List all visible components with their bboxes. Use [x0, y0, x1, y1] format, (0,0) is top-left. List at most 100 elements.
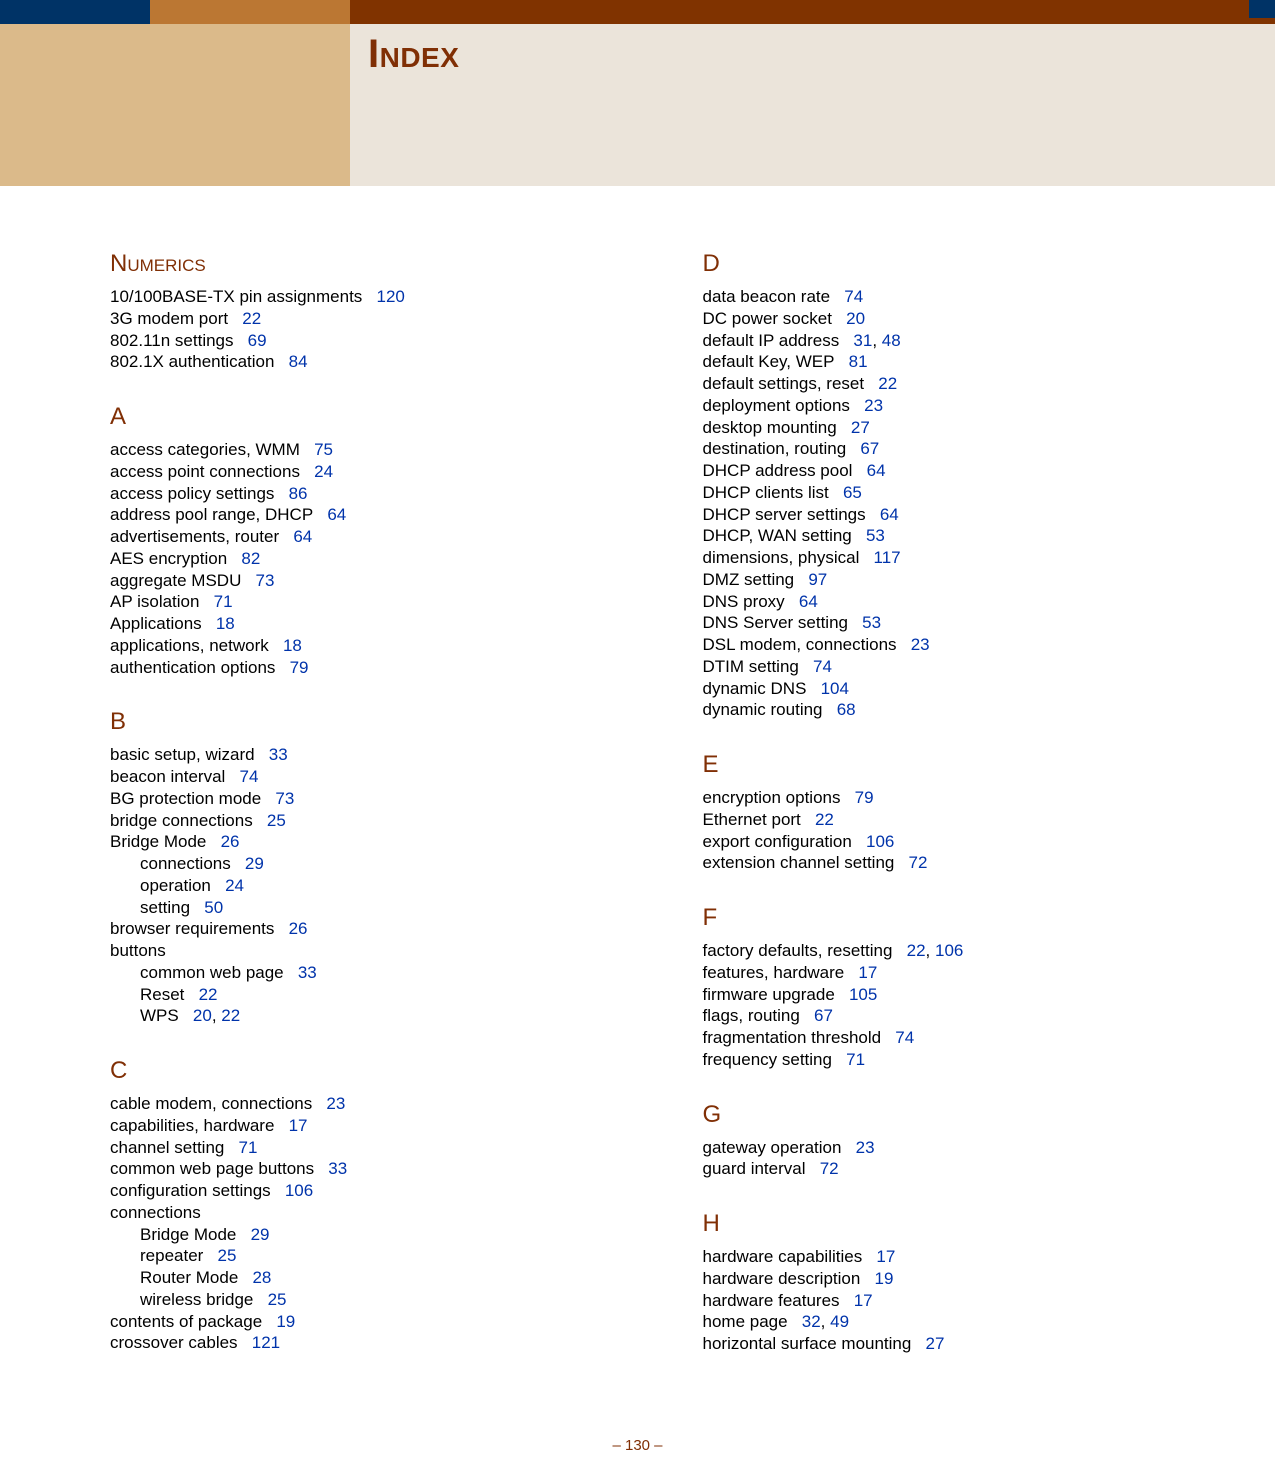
page-reference[interactable]: 22 [199, 985, 218, 1004]
page-reference[interactable]: 25 [268, 1290, 287, 1309]
page-reference[interactable]: 24 [225, 876, 244, 895]
page-reference[interactable]: 26 [289, 919, 308, 938]
page-reference[interactable]: 22 [242, 309, 261, 328]
page-reference[interactable]: 29 [245, 854, 264, 873]
page-reference[interactable]: 31 [853, 331, 872, 350]
page-reference[interactable]: 71 [239, 1138, 258, 1157]
page-reference[interactable]: 72 [909, 853, 928, 872]
page-reference[interactable]: 49 [830, 1312, 849, 1331]
page-reference[interactable]: 53 [866, 526, 885, 545]
page-reference[interactable]: 27 [926, 1334, 945, 1353]
page-reference[interactable]: 27 [851, 418, 870, 437]
page-reference[interactable]: 23 [326, 1094, 345, 1113]
page-reference[interactable]: 18 [216, 614, 235, 633]
page-reference[interactable]: 86 [289, 484, 308, 503]
page-reference[interactable]: 74 [895, 1028, 914, 1047]
page-reference[interactable]: 71 [846, 1050, 865, 1069]
page-reference[interactable]: 67 [814, 1006, 833, 1025]
index-entry-text: default Key, WEP [703, 352, 835, 371]
page-reference[interactable]: 26 [221, 832, 240, 851]
page-reference[interactable]: 71 [214, 592, 233, 611]
page-reference[interactable]: 48 [882, 331, 901, 350]
page-reference[interactable]: 64 [799, 592, 818, 611]
index-entry: deployment options 23 [703, 395, 1196, 417]
page-reference[interactable]: 74 [813, 657, 832, 676]
page-reference[interactable]: 33 [298, 963, 317, 982]
page-reference[interactable]: 22 [878, 374, 897, 393]
page-reference[interactable]: 106 [935, 941, 963, 960]
index-entry: DNS proxy 64 [703, 591, 1196, 613]
index-entry: encryption options 79 [703, 787, 1196, 809]
page-separator: , [821, 1312, 830, 1331]
page-reference[interactable]: 23 [856, 1138, 875, 1157]
page-reference[interactable]: 25 [218, 1246, 237, 1265]
page-reference[interactable]: 105 [849, 985, 877, 1004]
page-reference[interactable]: 17 [858, 963, 877, 982]
page-reference[interactable]: 106 [285, 1181, 313, 1200]
index-entry-text: crossover cables [110, 1333, 238, 1352]
page-reference[interactable]: 33 [269, 745, 288, 764]
page-reference[interactable]: 64 [867, 461, 886, 480]
page-reference[interactable]: 32 [802, 1312, 821, 1331]
index-entry-text: flags, routing [703, 1006, 800, 1025]
page-reference[interactable]: 81 [849, 352, 868, 371]
page-reference[interactable]: 104 [821, 679, 849, 698]
index-entry: default IP address 31, 48 [703, 330, 1196, 352]
page-separator: , [212, 1006, 221, 1025]
page-reference[interactable]: 73 [256, 571, 275, 590]
page-reference[interactable]: 67 [860, 439, 879, 458]
page-reference[interactable]: 23 [864, 396, 883, 415]
page-reference[interactable]: 20 [846, 309, 865, 328]
page-reference[interactable]: 24 [314, 462, 333, 481]
page-reference[interactable]: 117 [874, 548, 901, 567]
page-reference[interactable]: 33 [328, 1159, 347, 1178]
page-reference[interactable]: 17 [876, 1247, 895, 1266]
page-reference[interactable]: 84 [289, 352, 308, 371]
index-section-heading: B [110, 708, 603, 736]
page-reference[interactable]: 53 [862, 613, 881, 632]
page-reference[interactable]: 64 [293, 527, 312, 546]
page-reference[interactable]: 74 [844, 287, 863, 306]
index-entry: home page 32, 49 [703, 1311, 1196, 1333]
page-reference[interactable]: 50 [204, 898, 223, 917]
index-entry-text: contents of package [110, 1312, 262, 1331]
page-reference[interactable]: 22 [221, 1006, 240, 1025]
page-reference[interactable]: 28 [252, 1268, 271, 1287]
page-reference[interactable]: 20 [193, 1006, 212, 1025]
index-entry: 802.11n settings 69 [110, 330, 603, 352]
page-reference[interactable]: 25 [267, 811, 286, 830]
page-reference[interactable]: 18 [283, 636, 302, 655]
index-entry: DHCP, WAN setting 53 [703, 525, 1196, 547]
page-reference[interactable]: 106 [866, 832, 894, 851]
page-reference[interactable]: 64 [327, 505, 346, 524]
page-reference[interactable]: 79 [855, 788, 874, 807]
page-reference[interactable]: 69 [248, 331, 267, 350]
page-reference[interactable]: 23 [911, 635, 930, 654]
index-entry-text: dimensions, physical [703, 548, 860, 567]
page-reference[interactable]: 17 [289, 1116, 308, 1135]
page-reference[interactable]: 22 [907, 941, 926, 960]
page-reference[interactable]: 64 [880, 505, 899, 524]
page-reference[interactable]: 121 [252, 1333, 280, 1352]
index-entry: extension channel setting 72 [703, 852, 1196, 874]
index-entry: hardware features 17 [703, 1290, 1196, 1312]
page-reference[interactable]: 120 [376, 287, 404, 306]
page-reference[interactable]: 79 [290, 658, 309, 677]
page-reference[interactable]: 74 [239, 767, 258, 786]
index-entry-text: Bridge Mode [110, 832, 206, 851]
page-reference[interactable]: 97 [808, 570, 827, 589]
page-reference[interactable]: 73 [275, 789, 294, 808]
page-reference[interactable]: 82 [241, 549, 260, 568]
page-reference[interactable]: 19 [874, 1269, 893, 1288]
index-entry-text: 802.11n settings [110, 331, 234, 350]
page-reference[interactable]: 17 [854, 1291, 873, 1310]
page-reference[interactable]: 65 [843, 483, 862, 502]
page-reference[interactable]: 75 [314, 440, 333, 459]
page-reference[interactable]: 68 [837, 700, 856, 719]
page-reference[interactable]: 29 [251, 1225, 270, 1244]
page-reference[interactable]: 72 [820, 1159, 839, 1178]
page-reference[interactable]: 19 [276, 1312, 295, 1331]
index-entry: access point connections 24 [110, 461, 603, 483]
index-entry: Bridge Mode 29 [140, 1224, 603, 1246]
page-reference[interactable]: 22 [815, 810, 834, 829]
